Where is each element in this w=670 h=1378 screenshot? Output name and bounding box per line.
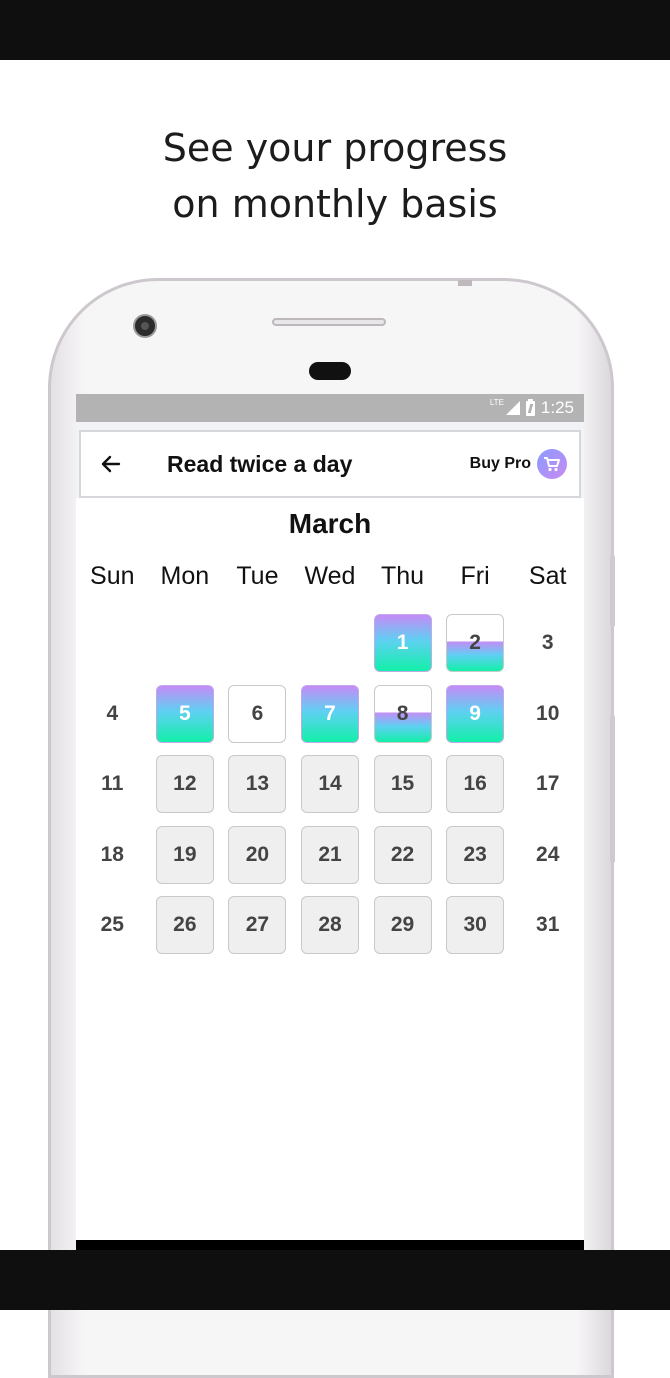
headline-line-2: on monthly basis xyxy=(172,182,498,226)
back-arrow-icon[interactable] xyxy=(99,452,123,476)
headline: See your progress on monthly basis xyxy=(0,120,670,232)
calendar-day-30[interactable]: 30 xyxy=(446,896,505,954)
phone-sensor xyxy=(309,362,351,380)
calendar-day-18: 18 xyxy=(100,842,124,866)
shopping-cart-icon xyxy=(537,449,567,479)
calendar-day-23[interactable]: 23 xyxy=(446,825,505,884)
calendar-day-20[interactable]: 20 xyxy=(228,825,287,884)
calendar-day-19[interactable]: 19 xyxy=(155,825,214,884)
month-title: March xyxy=(288,508,372,539)
calendar-day-13[interactable]: 13 xyxy=(228,755,287,813)
calendar-day-27[interactable]: 27 xyxy=(228,896,287,954)
signal-icon xyxy=(505,401,520,415)
calendar-day-2[interactable]: 2 xyxy=(446,614,505,672)
calendar-day-7[interactable]: 7 xyxy=(301,684,359,743)
calendar-day-24: 24 xyxy=(536,842,560,866)
calendar-day-15[interactable]: 15 xyxy=(373,755,432,813)
weekday-label: Sun xyxy=(90,562,135,590)
calendar-day-3: 3 xyxy=(541,631,554,654)
calendar-day-10: 10 xyxy=(536,701,560,725)
phone-screen: LTE 1:25 Read twice a day Buy Pro March xyxy=(76,394,584,1250)
calendar-day-22[interactable]: 22 xyxy=(373,825,432,884)
calendar-day-4: 4 xyxy=(106,701,119,725)
buy-pro-label: Buy Pro xyxy=(469,455,531,472)
weekday-label: Wed xyxy=(304,562,356,590)
phone-side-button xyxy=(610,715,615,863)
calendar-view: March Sun Mon Tue Wed Thu Fri Sat 123456… xyxy=(76,498,584,1240)
bottom-band xyxy=(0,1250,670,1310)
calendar-day-12[interactable]: 12 xyxy=(155,755,214,813)
calendar-day-1[interactable]: 1 xyxy=(373,614,432,672)
calendar-day-6[interactable]: 6 xyxy=(228,684,287,743)
phone-speaker xyxy=(272,318,386,326)
navigation-bar xyxy=(76,1240,584,1250)
front-camera-icon xyxy=(133,314,157,338)
battery-charging-icon xyxy=(525,398,535,416)
calendar-day-21[interactable]: 21 xyxy=(301,825,359,884)
status-icons: LTE 1:25 xyxy=(490,394,574,422)
calendar-day-17: 17 xyxy=(536,772,560,795)
calendar-day-31: 31 xyxy=(536,913,560,936)
weekday-label: Tue xyxy=(236,562,279,590)
headline-line-1: See your progress xyxy=(162,126,508,170)
calendar-day-14[interactable]: 14 xyxy=(301,755,359,813)
calendar-day-25: 25 xyxy=(100,913,124,936)
phone-side-button xyxy=(610,555,615,627)
weekday-label: Thu xyxy=(380,562,425,590)
calendar-day-16[interactable]: 16 xyxy=(446,755,505,813)
calendar-day-26[interactable]: 26 xyxy=(155,896,214,954)
buy-pro-button[interactable]: Buy Pro xyxy=(470,449,567,479)
weekday-header: Sun Mon Tue Wed Thu Fri Sat xyxy=(76,562,584,591)
calendar-day-29[interactable]: 29 xyxy=(373,896,432,954)
top-band xyxy=(0,0,670,60)
weekday-label: Mon xyxy=(160,562,210,590)
habit-title: Read twice a day xyxy=(167,450,353,477)
calendar-day-9[interactable]: 9 xyxy=(446,684,505,743)
phone-top-notch xyxy=(458,280,472,286)
app-bar: Read twice a day Buy Pro xyxy=(79,430,581,498)
weekday-label: Sat xyxy=(528,562,567,590)
lte-indicator: LTE xyxy=(489,397,504,407)
status-bar: LTE 1:25 xyxy=(76,394,584,422)
status-time: 1:25 xyxy=(540,398,574,417)
calendar-day-28[interactable]: 28 xyxy=(301,896,359,954)
weekday-label: Fri xyxy=(460,562,490,590)
calendar-day-5[interactable]: 5 xyxy=(155,684,214,743)
calendar-day-8[interactable]: 8 xyxy=(373,684,432,743)
calendar-day-11: 11 xyxy=(101,772,124,795)
